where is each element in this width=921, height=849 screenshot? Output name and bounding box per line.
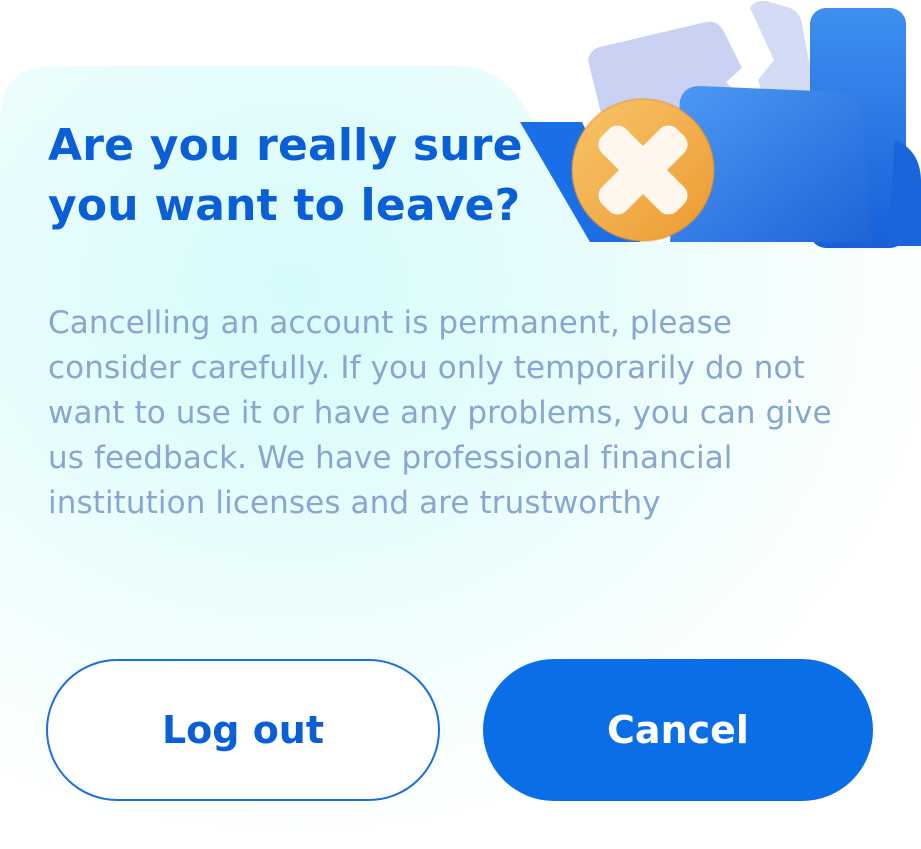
dialog-title: Are you really sure you want to leave? — [48, 120, 523, 231]
dialog-message: Cancelling an account is permanent, plea… — [48, 305, 832, 521]
logout-button-label: Log out — [161, 708, 325, 752]
logout-button[interactable]: Log out — [46, 659, 440, 801]
cancel-button-label: Cancel — [607, 708, 749, 752]
leave-confirmation-dialog: Are you really sure you want to leave? C… — [0, 0, 921, 849]
cancel-button[interactable]: Cancel — [483, 659, 873, 801]
folder-with-x-icon — [520, 0, 921, 248]
